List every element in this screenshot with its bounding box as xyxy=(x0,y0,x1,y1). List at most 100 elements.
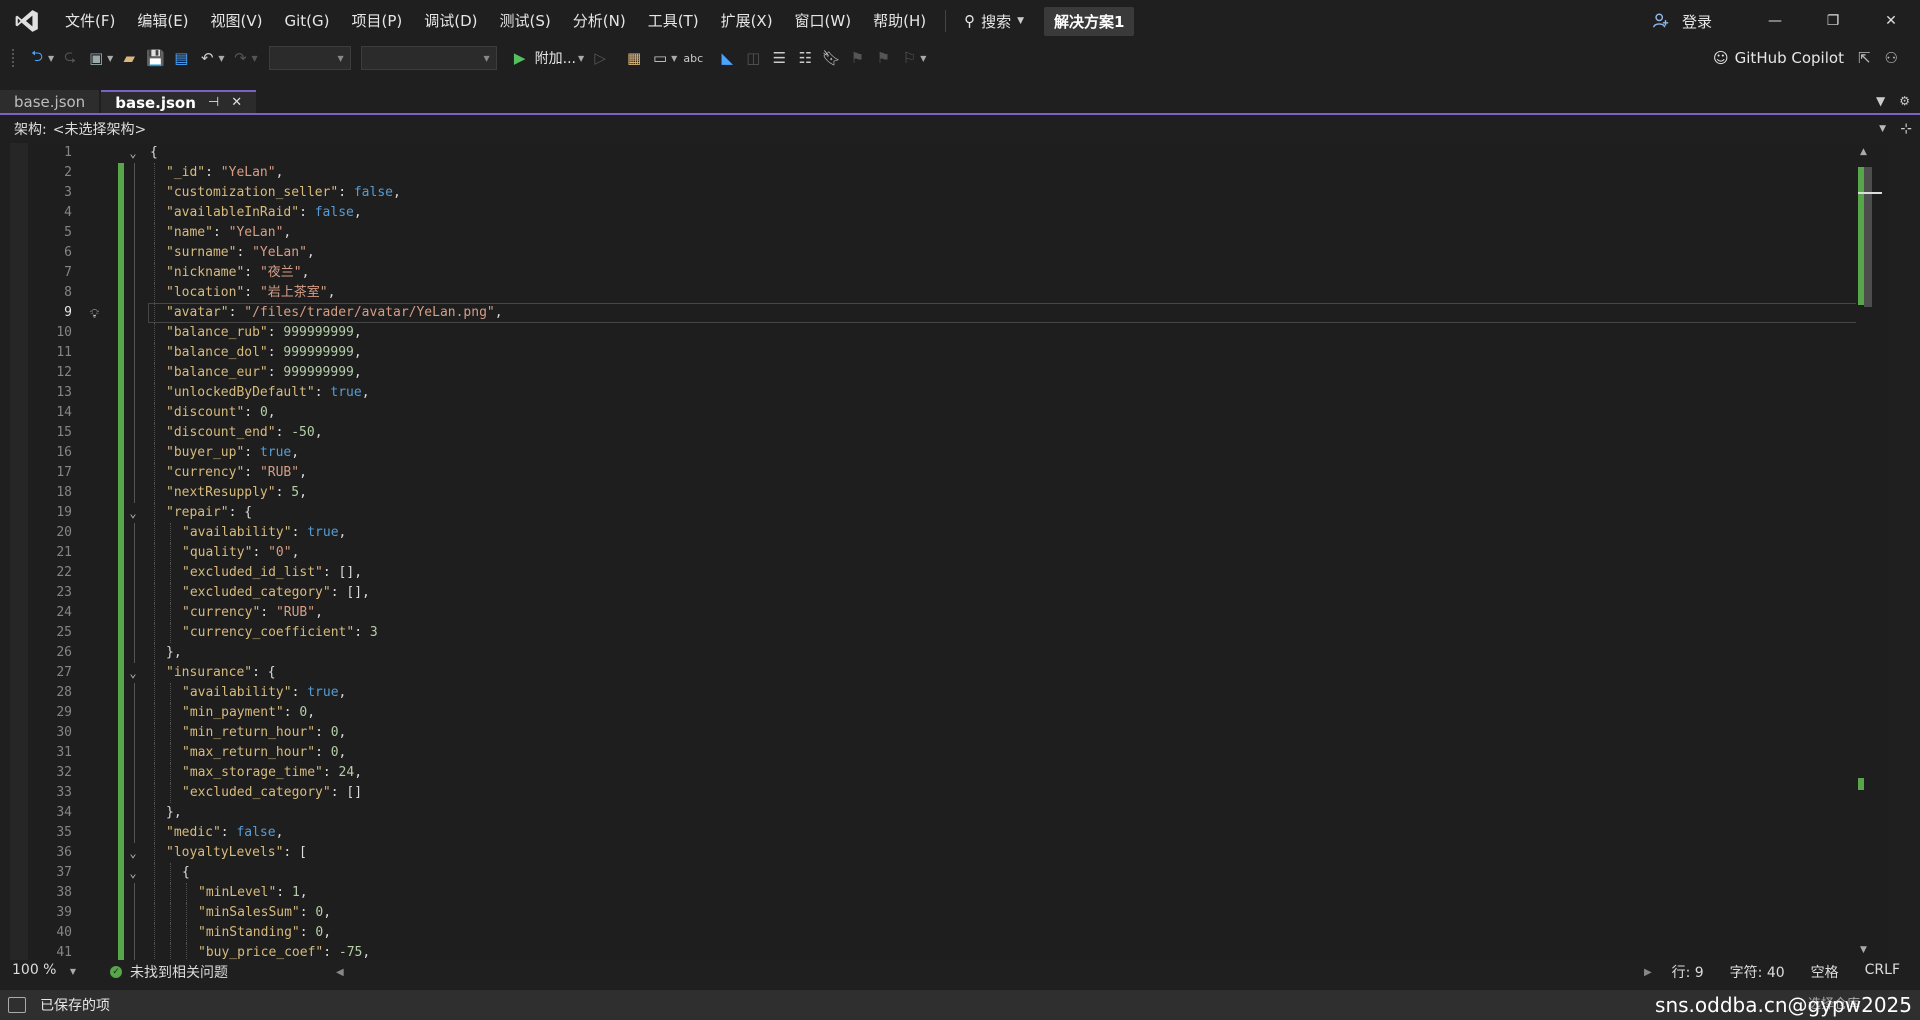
save-all-icon[interactable]: ▤ xyxy=(168,46,194,70)
close-window-button[interactable]: ✕ xyxy=(1862,0,1920,42)
saved-items-label[interactable]: 已保存的项 xyxy=(40,995,110,1015)
back-dropdown-icon[interactable]: ▼ xyxy=(48,54,54,63)
toolbar-grip[interactable] xyxy=(12,49,16,67)
copilot-button[interactable]: ☺ GitHub Copilot ⇱ ⚇ xyxy=(1713,42,1898,74)
fold-toggle-icon[interactable]: ⌄ xyxy=(125,663,141,683)
issues-indicator[interactable]: ✓ 未找到相关问题 xyxy=(110,962,228,982)
clear-bookmarks-icon[interactable]: ⚐ xyxy=(896,46,922,70)
split-editor-icon[interactable]: ⊹ xyxy=(1900,121,1912,137)
code-line[interactable]: 30 "min_return_hour": 0, xyxy=(10,723,1888,743)
code-line[interactable]: 23 "excluded_category": [], xyxy=(10,583,1888,603)
code-line[interactable]: 26}, xyxy=(10,643,1888,663)
tab-base-json-2[interactable]: base.json ⊣ ✕ xyxy=(101,90,257,113)
schema-select[interactable]: <未选择架构> xyxy=(53,119,146,139)
start-debug-icon[interactable]: ▶ xyxy=(507,46,533,70)
fold-toggle-icon[interactable]: ⌄ xyxy=(125,503,141,523)
toolbar-overflow-icon[interactable]: ▼ xyxy=(920,54,926,63)
lightbulb-icon[interactable]: 💡︎ xyxy=(90,305,99,325)
code-line[interactable]: 27 ⌄ "insurance": { xyxy=(10,663,1888,683)
code-line[interactable]: 1 ⌄ { xyxy=(10,143,1888,163)
menu-item-7[interactable]: 分析(N) xyxy=(562,0,637,42)
feedback-icon[interactable]: ⚇ xyxy=(1885,49,1898,67)
code-line[interactable]: 💡︎ 9 "avatar": "/files/trader/avatar/YeLan… xyxy=(10,303,1888,323)
code-line[interactable]: 41 "buy_price_coef": -75, xyxy=(10,943,1888,960)
code-line[interactable]: 17 "currency": "RUB", xyxy=(10,463,1888,483)
code-line[interactable]: 33 "excluded_category": [] xyxy=(10,783,1888,803)
save-icon[interactable]: 💾 xyxy=(142,46,168,70)
menu-item-5[interactable]: 调试(D) xyxy=(413,0,488,42)
menu-item-9[interactable]: 扩展(X) xyxy=(710,0,784,42)
line-number-indicator[interactable]: 行: 9 xyxy=(1672,962,1704,982)
navigate-back-icon[interactable]: ⮌ xyxy=(24,46,50,70)
code-line[interactable]: 14 "discount": 0, xyxy=(10,403,1888,423)
scroll-down-icon[interactable]: ▼ xyxy=(1860,945,1867,955)
minimize-button[interactable]: — xyxy=(1746,0,1804,42)
code-editor[interactable]: 1 ⌄ {2 "_id": "YeLan", 3 "customization_selle… xyxy=(10,143,1888,960)
menu-item-11[interactable]: 帮助(H) xyxy=(862,0,937,42)
code-line[interactable]: 38 "minLevel": 1, xyxy=(10,883,1888,903)
code-line[interactable]: 32 "max_storage_time": 24, xyxy=(10,763,1888,783)
prev-bookmark-icon[interactable]: ⚑ xyxy=(844,46,870,70)
navigate-forward-icon[interactable]: ⮎ xyxy=(57,46,83,70)
code-line[interactable]: 8 "location": "岩上茶室", xyxy=(10,283,1888,303)
code-line[interactable]: 10 "balance_rub": 999999999, xyxy=(10,323,1888,343)
code-line[interactable]: 29 "min_payment": 0, xyxy=(10,703,1888,723)
code-line[interactable]: 12 "balance_eur": 999999999, xyxy=(10,363,1888,383)
pin-icon[interactable]: ⊣ xyxy=(208,95,219,110)
code-line[interactable]: 22 "excluded_id_list": [], xyxy=(10,563,1888,583)
breakpoint-icon[interactable]: ◣ xyxy=(714,46,740,70)
search-button[interactable]: ⚲ 搜索 ▼ xyxy=(954,0,1034,42)
code-line[interactable]: 18 "nextResupply": 5, xyxy=(10,483,1888,503)
step-icon[interactable]: ◫ xyxy=(740,46,766,70)
code-line[interactable]: 36 ⌄ "loyaltyLevels": [ xyxy=(10,843,1888,863)
folder-view-icon[interactable]: ▦ xyxy=(621,46,647,70)
layout-icon[interactable]: ▭ xyxy=(647,46,673,70)
hscroll-left-icon[interactable]: ◀ xyxy=(336,967,344,978)
restore-button[interactable]: ❐ xyxy=(1804,0,1862,42)
fold-toggle-icon[interactable]: ⌄ xyxy=(125,843,141,863)
code-line[interactable]: 25 "currency_coefficient": 3 xyxy=(10,623,1888,643)
code-line[interactable]: 11 "balance_dol": 999999999, xyxy=(10,343,1888,363)
code-line[interactable]: 5 "name": "YeLan", xyxy=(10,223,1888,243)
menu-item-1[interactable]: 编辑(E) xyxy=(126,0,199,42)
redo-dropdown-icon[interactable]: ▼ xyxy=(251,54,257,63)
indent-indicator[interactable]: 空格 xyxy=(1811,962,1839,982)
menu-item-8[interactable]: 工具(T) xyxy=(637,0,710,42)
code-line[interactable]: 40 "minStanding": 0, xyxy=(10,923,1888,943)
login-button[interactable]: 登录 xyxy=(1652,11,1712,32)
code-line[interactable]: 21 "quality": "0", xyxy=(10,543,1888,563)
solution-configuration-combo[interactable]: ▼ xyxy=(268,46,351,70)
code-line[interactable]: 15 "discount_end": -50, xyxy=(10,423,1888,443)
outdent-icon[interactable]: ☷ xyxy=(792,46,818,70)
code-line[interactable]: 39 "minSalesSum": 0, xyxy=(10,903,1888,923)
code-line[interactable]: 7 "nickname": "夜兰", xyxy=(10,263,1888,283)
code-line[interactable]: 2 "_id": "YeLan", xyxy=(10,163,1888,183)
attach-dropdown-icon[interactable]: ▼ xyxy=(578,54,584,63)
solution-name-badge[interactable]: 解决方案1 xyxy=(1044,6,1135,36)
fold-toggle-icon[interactable]: ⌄ xyxy=(125,143,141,163)
attach-button[interactable]: 附加... xyxy=(535,48,576,68)
open-file-icon[interactable]: ▰ xyxy=(116,46,142,70)
bookmark-icon[interactable]: 🔖︎ xyxy=(818,46,844,70)
menu-item-6[interactable]: 测试(S) xyxy=(489,0,562,42)
code-line[interactable]: 3 "customization_seller": false, xyxy=(10,183,1888,203)
schema-dropdown-icon[interactable]: ▼ xyxy=(1879,124,1886,134)
menu-item-10[interactable]: 窗口(W) xyxy=(784,0,863,42)
code-line[interactable]: 4 "availableInRaid": false, xyxy=(10,203,1888,223)
undo-dropdown-icon[interactable]: ▼ xyxy=(218,54,224,63)
hscroll-right-icon[interactable]: ▶ xyxy=(1644,967,1652,978)
line-ending-indicator[interactable]: CRLF xyxy=(1865,962,1900,982)
code-line[interactable]: 24 "currency": "RUB", xyxy=(10,603,1888,623)
layout-dropdown-icon[interactable]: ▼ xyxy=(671,54,677,63)
menu-item-2[interactable]: 视图(V) xyxy=(200,0,274,42)
code-line[interactable]: 28 "availability": true, xyxy=(10,683,1888,703)
menu-item-3[interactable]: Git(G) xyxy=(274,0,341,42)
fold-toggle-icon[interactable]: ⌄ xyxy=(125,863,141,883)
code-line[interactable]: 37 ⌄ { xyxy=(10,863,1888,883)
zoom-combo[interactable]: 100 % ▼ xyxy=(0,962,80,982)
code-line[interactable]: 16 "buyer_up": true, xyxy=(10,443,1888,463)
tab-base-json-1[interactable]: base.json xyxy=(0,90,100,113)
code-line[interactable]: 6 "surname": "YeLan", xyxy=(10,243,1888,263)
start-without-debug-icon[interactable]: ▷ xyxy=(587,46,613,70)
settings-gear-icon[interactable]: ⚙ xyxy=(1899,94,1910,108)
